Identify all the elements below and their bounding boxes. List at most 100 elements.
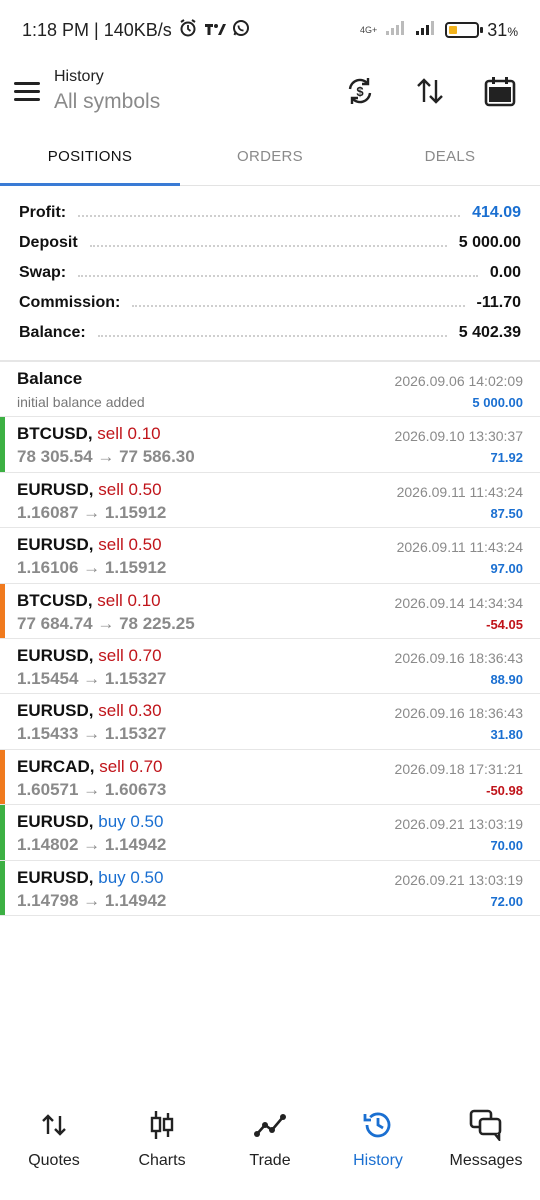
swap-label: Swap:	[19, 264, 67, 281]
row-detail: 1.15433 → 1.15327	[17, 724, 167, 744]
row-detail: 77 684.74 → 78 225.25	[17, 613, 195, 633]
row-date: 2026.09.21 13:03:19	[394, 816, 523, 833]
row-side: sell 0.70	[99, 756, 163, 776]
svg-text:$: $	[356, 84, 364, 99]
row-amount: 70.00	[490, 838, 523, 854]
nav-trade[interactable]: Trade	[216, 1100, 324, 1200]
nav-history[interactable]: History	[324, 1100, 432, 1200]
nav-label-history: History	[353, 1152, 403, 1169]
row-amount: 87.50	[490, 505, 523, 521]
row-amount: 72.00	[490, 893, 523, 909]
messages-icon	[469, 1108, 503, 1142]
menu-icon[interactable]	[0, 66, 54, 116]
profit-label: Profit:	[19, 204, 67, 221]
row-symbol: EURUSD,	[17, 701, 94, 721]
nav-charts[interactable]: Charts	[108, 1100, 216, 1200]
nav-messages[interactable]: Messages	[432, 1100, 540, 1200]
bottom-navigation: Quotes Charts Trade History Messages	[0, 1100, 540, 1200]
row-amount: 88.90	[490, 671, 523, 687]
row-title: EURUSD, sell 0.50	[17, 535, 162, 555]
result-bar	[0, 805, 5, 860]
deposit-label: Deposit	[19, 234, 78, 251]
currency-refresh-icon[interactable]: $	[338, 69, 382, 113]
row-date: 2026.09.18 17:31:21	[394, 760, 523, 777]
status-time-speed: 1:18 PM | 140KB/s	[22, 19, 172, 40]
row-detail: 1.14798 → 1.14942	[17, 890, 167, 910]
row-symbol: EURUSD,	[17, 867, 94, 887]
history-row[interactable]: BTCUSD, sell 0.10 78 305.54 → 77 586.30 …	[0, 417, 540, 473]
row-symbol: BTCUSD,	[17, 424, 93, 444]
profit-value: 414.09	[472, 204, 521, 221]
history-row[interactable]: EURUSD, sell 0.50 1.16087 → 1.15912 2026…	[0, 473, 540, 529]
history-row[interactable]: EURUSD, sell 0.70 1.15454 → 1.15327 2026…	[0, 639, 540, 695]
row-date: 2026.09.11 11:43:24	[396, 483, 523, 500]
row-detail: 1.14802 → 1.14942	[17, 835, 167, 855]
row-symbol: EURCAD,	[17, 756, 95, 776]
row-symbol: EURUSD,	[17, 535, 94, 555]
history-row[interactable]: Balance initial balance added 2026.09.06…	[0, 362, 540, 418]
tab-deals[interactable]: DEALS	[360, 128, 540, 185]
row-date: 2026.09.06 14:02:09	[394, 373, 523, 389]
balance-label: Balance:	[19, 324, 86, 341]
history-row[interactable]: EURUSD, sell 0.50 1.16106 → 1.15912 2026…	[0, 528, 540, 584]
nav-quotes[interactable]: Quotes	[0, 1100, 108, 1200]
row-side: sell 0.10	[97, 424, 161, 444]
leader-dots	[132, 305, 465, 307]
network-type-label: 4G+	[360, 24, 378, 35]
row-detail: 1.16106 → 1.15912	[17, 558, 167, 578]
row-detail: initial balance added	[17, 394, 145, 410]
row-title: Balance	[17, 369, 82, 389]
row-amount: 97.00	[490, 561, 523, 577]
title-block[interactable]: History All symbols	[54, 68, 160, 114]
row-side: sell 0.50	[98, 535, 162, 555]
row-symbol: EURUSD,	[17, 812, 94, 832]
result-bar	[0, 417, 5, 472]
row-title: EURUSD, sell 0.30	[17, 701, 162, 721]
row-symbol: EURUSD,	[17, 479, 94, 499]
row-title: EURUSD, buy 0.50	[17, 812, 163, 832]
row-date: 2026.09.14 14:34:34	[394, 594, 523, 611]
row-side: sell 0.10	[97, 590, 161, 610]
leader-dots	[78, 275, 478, 277]
commission-value: -11.70	[476, 294, 521, 311]
row-side: sell 0.30	[98, 701, 162, 721]
row-symbol: Balance	[17, 369, 83, 388]
sort-icon[interactable]	[408, 69, 452, 113]
history-row[interactable]: EURUSD, buy 0.50 1.14802 → 1.14942 2026.…	[0, 805, 540, 861]
summary-profit: Profit: 414.09	[19, 198, 521, 228]
row-title: EURCAD, sell 0.70	[17, 757, 163, 777]
row-detail: 1.15454 → 1.15327	[17, 668, 167, 688]
nav-label-trade: Trade	[249, 1152, 291, 1169]
row-amount: -54.05	[486, 616, 523, 632]
row-title: EURUSD, sell 0.50	[17, 480, 162, 500]
leader-dots	[78, 215, 461, 217]
leader-dots	[89, 245, 447, 247]
history-row[interactable]: EURUSD, buy 0.50 1.14798 → 1.14942 2026.…	[0, 860, 540, 916]
battery-percent: 31%	[487, 19, 518, 40]
history-row[interactable]: EURCAD, sell 0.70 1.60571 → 1.60673 2026…	[0, 749, 540, 806]
row-amount: -50.98	[486, 782, 523, 798]
summary-panel: Profit: 414.09 Deposit 5 000.00 Swap: 0.…	[0, 198, 540, 348]
row-side: sell 0.50	[98, 479, 162, 499]
nav-label-messages: Messages	[449, 1152, 523, 1169]
history-row[interactable]: EURUSD, sell 0.30 1.15433 → 1.15327 2026…	[0, 694, 540, 750]
app-header: History All symbols $	[0, 60, 540, 122]
signal-icon-2	[415, 20, 437, 41]
quotes-icon	[41, 1108, 67, 1142]
status-bar: 1:18 PM | 140KB/s 4G+ 31%	[0, 0, 540, 60]
symbol-filter[interactable]: All symbols	[54, 90, 160, 114]
tab-orders[interactable]: ORDERS	[180, 128, 360, 185]
calendar-icon[interactable]	[478, 69, 522, 113]
row-side: sell 0.70	[98, 645, 162, 665]
swap-value: 0.00	[489, 264, 521, 281]
row-title: EURUSD, sell 0.70	[17, 646, 162, 666]
history-row[interactable]: BTCUSD, sell 0.10 77 684.74 → 78 225.25 …	[0, 583, 540, 639]
row-amount: 5 000.00	[472, 395, 523, 410]
summary-balance: Balance: 5 402.39	[19, 318, 521, 348]
summary-swap: Swap: 0.00	[19, 258, 521, 288]
nav-label-charts: Charts	[138, 1152, 186, 1169]
result-bar	[0, 749, 5, 805]
balance-value: 5 402.39	[458, 324, 521, 341]
charts-icon	[149, 1108, 175, 1142]
tab-positions[interactable]: POSITIONS	[0, 128, 180, 186]
